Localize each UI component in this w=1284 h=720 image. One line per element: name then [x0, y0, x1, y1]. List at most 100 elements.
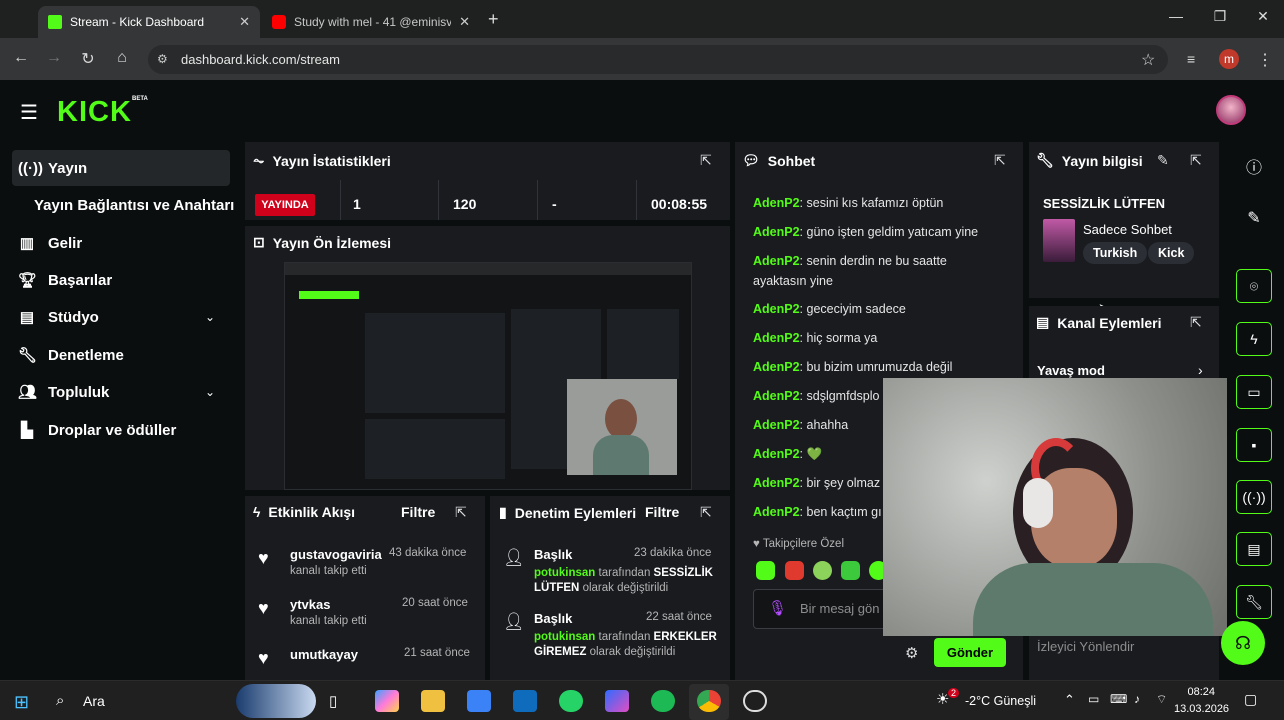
- sidebar-item-droplar[interactable]: ▙ Droplar ve ödüller: [18, 413, 176, 447]
- popout-icon[interactable]: ⇱: [994, 152, 1006, 169]
- url-text[interactable]: dashboard.kick.com/stream: [181, 52, 340, 67]
- sidebar-item-studyo[interactable]: ▤ Stüdyo: [18, 300, 99, 334]
- tab-kick-dashboard[interactable]: Stream - Kick Dashboard ✕: [38, 6, 260, 38]
- stream-category[interactable]: Sadece Sohbet: [1083, 222, 1172, 237]
- tray-chevron-up-icon[interactable]: ⌃: [1064, 692, 1075, 708]
- sidebar-item-basarilar[interactable]: 🏆︎ Başarılar: [18, 263, 112, 297]
- close-tab-icon[interactable]: ✕: [239, 14, 250, 30]
- wifi-icon[interactable]: ⌔: [1156, 692, 1167, 707]
- clock-date[interactable]: 13.03.2026: [1174, 703, 1229, 715]
- emote-icon[interactable]: [756, 561, 775, 580]
- channel-actions-icon[interactable]: ▤: [1236, 532, 1272, 566]
- search-icon[interactable]: ⌕: [56, 692, 64, 709]
- tag-turkish[interactable]: Turkish: [1083, 242, 1148, 264]
- close-tab-icon[interactable]: ✕: [459, 14, 470, 30]
- file-explorer-icon[interactable]: [421, 690, 445, 712]
- chat-message[interactable]: AdenP2: güno işten geldim yatıcam yine: [753, 222, 991, 242]
- popout-icon[interactable]: ⇱: [700, 152, 712, 169]
- chat-message[interactable]: AdenP2: bu bizim umrumuzda değil: [753, 357, 991, 377]
- site-info-icon[interactable]: ⚙: [157, 52, 168, 66]
- task-view-icon[interactable]: ▯: [329, 692, 337, 710]
- clock-time[interactable]: 08:24: [1187, 686, 1215, 698]
- sidebar-item-denetleme[interactable]: 🔧︎ Denetleme: [18, 338, 124, 372]
- taskbar-search[interactable]: Ara: [83, 693, 105, 709]
- tab-title: Stream - Kick Dashboard: [70, 15, 205, 29]
- back-icon[interactable]: ←: [11, 49, 31, 67]
- emote-icon[interactable]: [813, 561, 832, 580]
- viewer-redirect-label[interactable]: İzleyici Yönlendir: [1037, 639, 1134, 654]
- category-thumbnail[interactable]: [1043, 219, 1075, 262]
- user-avatar[interactable]: [1216, 95, 1246, 125]
- bolt-icon[interactable]: ϟ: [1236, 322, 1272, 356]
- windows-start-icon[interactable]: ⊞: [14, 692, 29, 713]
- tray-app-icon[interactable]: ▭: [1088, 692, 1099, 706]
- chat-message[interactable]: AdenP2: gececiyim sadece: [753, 299, 991, 319]
- emote-icon[interactable]: [841, 561, 860, 580]
- chevron-right-icon[interactable]: ›: [1198, 362, 1203, 378]
- send-button[interactable]: Gönder: [934, 638, 1006, 667]
- event-username[interactable]: gustavogaviria: [290, 547, 382, 562]
- clip-icon[interactable]: ⌾: [1236, 269, 1272, 303]
- popout-icon[interactable]: ⇱: [1190, 152, 1202, 169]
- popout-icon[interactable]: ⇱: [700, 504, 712, 521]
- slow-mode-toggle[interactable]: Yavaş mod: [1037, 363, 1105, 378]
- wrench-icon[interactable]: 🔧︎: [1236, 585, 1272, 619]
- info-icon[interactable]: ⓘ: [1236, 149, 1272, 183]
- microsoft-365-icon[interactable]: [605, 690, 629, 712]
- sidebar-item-yayin[interactable]: ((·)) Yayın: [18, 151, 87, 185]
- support-headset-icon[interactable]: ☊: [1221, 621, 1265, 665]
- kick-logo[interactable]: KICK: [57, 96, 132, 129]
- copilot-icon[interactable]: [375, 690, 399, 712]
- chat-bubble-icon[interactable]: ▪: [1236, 428, 1272, 462]
- emote-icon[interactable]: [785, 561, 804, 580]
- menu-kebab-icon[interactable]: ⋮: [1257, 50, 1273, 70]
- weather-text[interactable]: -2°C Güneşli: [965, 694, 1036, 708]
- tag-kick[interactable]: Kick: [1148, 242, 1195, 264]
- hamburger-menu-icon[interactable]: ☰: [20, 100, 38, 125]
- obs-icon[interactable]: [743, 690, 767, 712]
- broadcast-icon[interactable]: ((·)): [1236, 480, 1272, 514]
- whatsapp-icon[interactable]: [559, 690, 583, 712]
- chat-settings-gear-icon[interactable]: ⚙: [905, 644, 918, 662]
- sidebar-item-stream-key[interactable]: Yayın Bağlantısı ve Anahtarı: [34, 188, 234, 222]
- stream-preview-video[interactable]: [284, 262, 692, 490]
- chat-message[interactable]: AdenP2: senin derdin ne bu saatte ayakta…: [753, 251, 991, 291]
- sidebar-item-topluluk[interactable]: 👥︎ Topluluk: [18, 375, 109, 409]
- document-icon[interactable]: ▭: [1236, 375, 1272, 409]
- moderation-filter-button[interactable]: Filtre: [645, 504, 679, 520]
- mail-icon[interactable]: [513, 690, 537, 712]
- profile-avatar[interactable]: m: [1219, 49, 1239, 69]
- wrench-icon: 🔧︎: [1036, 152, 1054, 168]
- chrome-icon[interactable]: [697, 690, 721, 712]
- store-icon[interactable]: [467, 690, 491, 712]
- edit-pencil-icon[interactable]: ✎: [1157, 152, 1169, 169]
- volume-icon[interactable]: ♪: [1134, 692, 1140, 706]
- event-username[interactable]: umutkayay: [290, 647, 358, 662]
- chat-message[interactable]: AdenP2: sesini kıs kafamızı öptün: [753, 193, 991, 213]
- activity-filter-button[interactable]: Filtre: [401, 504, 435, 520]
- chat-message[interactable]: AdenP2: hiç sorma ya: [753, 328, 991, 348]
- forward-icon[interactable]: →: [44, 49, 64, 67]
- tray-keyboard-icon[interactable]: ⌨: [1110, 692, 1127, 706]
- reading-list-icon[interactable]: ≡: [1187, 51, 1195, 67]
- close-window-icon[interactable]: ✕: [1248, 8, 1278, 25]
- new-tab-icon[interactable]: +: [488, 9, 499, 30]
- bookmark-star-icon[interactable]: ☆: [1141, 50, 1155, 70]
- home-icon[interactable]: ⌂: [112, 49, 132, 67]
- spotify-icon[interactable]: [651, 690, 675, 712]
- tab-youtube[interactable]: Study with mel - 41 @eminisvlo ✕: [262, 6, 480, 38]
- event-time: 20 saat önce: [402, 597, 468, 609]
- youtube-favicon-icon: [272, 15, 286, 29]
- chevron-down-icon[interactable]: ⌄: [205, 385, 215, 399]
- minimize-icon[interactable]: —: [1161, 8, 1191, 24]
- reload-icon[interactable]: ↻: [78, 49, 98, 69]
- chevron-down-icon[interactable]: ⌄: [205, 310, 215, 324]
- event-username[interactable]: ytvkas: [290, 597, 330, 612]
- popout-icon[interactable]: ⇱: [1190, 314, 1202, 331]
- popout-icon[interactable]: ⇱: [455, 504, 467, 521]
- edit-pencil-icon[interactable]: ✎: [1236, 201, 1272, 235]
- notifications-icon[interactable]: ▢: [1244, 691, 1257, 708]
- microphone-icon[interactable]: 🎙︎: [768, 599, 787, 617]
- sidebar-item-gelir[interactable]: ▥ Gelir: [18, 226, 82, 260]
- maximize-icon[interactable]: ❐: [1205, 8, 1235, 25]
